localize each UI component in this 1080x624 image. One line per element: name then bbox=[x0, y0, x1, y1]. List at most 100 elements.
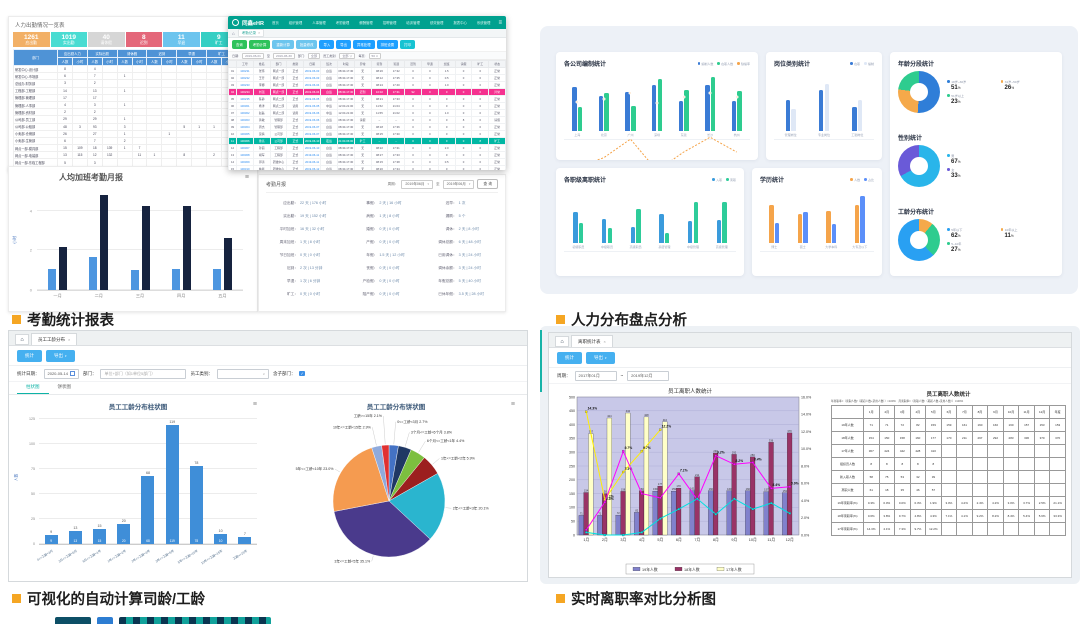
nav-item[interactable]: 系统管理 bbox=[477, 20, 491, 25]
cell: 15 bbox=[58, 145, 73, 152]
row-label: 新入职人数 bbox=[832, 471, 864, 484]
period-from-input[interactable]: 2017年01月 bbox=[575, 371, 617, 381]
cell: 正常 bbox=[489, 131, 506, 138]
legend-dot bbox=[947, 228, 950, 231]
cell: -- bbox=[388, 117, 405, 124]
date-input[interactable]: 2020-05-14 bbox=[44, 369, 79, 379]
home-icon[interactable]: ⌂ bbox=[232, 31, 235, 36]
cell: 14 bbox=[229, 159, 237, 166]
table-header-row: 工号姓名部门类别日期班次时段异常签到签退迟到早退加班请假旷工状态 bbox=[229, 61, 506, 68]
nav-item[interactable]: 报表中心 bbox=[453, 20, 467, 25]
svg-text:450: 450 bbox=[569, 409, 575, 413]
caption-text: 可视化的自动计算司龄/工龄 bbox=[27, 588, 205, 609]
cell: 08:30-17:30 bbox=[337, 124, 354, 131]
cell: 283 bbox=[1003, 432, 1019, 445]
close-icon[interactable]: × bbox=[68, 337, 70, 342]
value-label-inner: 119 bbox=[166, 539, 179, 543]
svg-text:170: 170 bbox=[676, 484, 681, 488]
chart-menu-icon[interactable]: ≡ bbox=[245, 174, 249, 181]
toolbar-button[interactable]: 重新计算 bbox=[272, 40, 294, 49]
query-button[interactable]: 查 询 bbox=[477, 179, 498, 189]
cell bbox=[988, 484, 1004, 497]
legend-item: 缺编率 bbox=[737, 62, 750, 66]
filter-input[interactable]: 2019-06-30 bbox=[273, 53, 295, 59]
subtab-pie-chart[interactable]: 饼状图 bbox=[49, 382, 81, 394]
stat-button[interactable]: 统计 bbox=[17, 350, 42, 362]
tab-attendance-records[interactable]: 考勤记录× bbox=[238, 29, 264, 37]
filter-input[interactable]: 50 ∨ bbox=[369, 53, 382, 59]
dept-input[interactable]: 单位+部门（如1单位5部门） bbox=[100, 369, 186, 379]
period-to-select[interactable]: 2019年06月▾ bbox=[443, 180, 475, 189]
close-icon[interactable]: × bbox=[604, 339, 606, 344]
cell bbox=[147, 123, 162, 130]
export-button[interactable]: 导出▾ bbox=[586, 352, 615, 364]
nav-item[interactable]: 绩效管理 bbox=[430, 20, 444, 25]
cell bbox=[162, 87, 177, 94]
cell bbox=[207, 94, 222, 101]
type-select[interactable]: ∨ bbox=[217, 369, 269, 379]
cell bbox=[72, 80, 87, 87]
export-button[interactable]: 导出▾ bbox=[46, 350, 75, 362]
cell: 15 bbox=[229, 166, 237, 171]
legend-label: 编制 bbox=[868, 62, 874, 66]
period-to-input[interactable]: 2019年12月 bbox=[627, 371, 669, 381]
svg-text:3个月<=工龄<6个月 3.8%: 3个月<=工龄<6个月 3.8% bbox=[411, 429, 453, 434]
sheet-row: 管理部-人事部431 bbox=[14, 101, 237, 108]
nav-item[interactable]: 考勤管理 bbox=[336, 20, 350, 25]
tab-tenure-distribution[interactable]: 员工工龄分布× bbox=[31, 333, 77, 345]
filter-label: 员工类别: bbox=[323, 53, 336, 58]
toolbar-button[interactable]: 打印 bbox=[400, 40, 415, 49]
svg-text:300: 300 bbox=[569, 451, 575, 455]
home-icon[interactable]: ⌂ bbox=[555, 336, 569, 347]
menu-icon[interactable]: ≡ bbox=[498, 20, 502, 26]
sheet-row: 管理部-资材部22 bbox=[14, 109, 237, 116]
home-icon[interactable]: ⌂ bbox=[15, 334, 29, 345]
close-icon[interactable]: × bbox=[258, 31, 260, 35]
toolbar-button[interactable]: 考勤计算 bbox=[249, 40, 271, 49]
toolbar-button[interactable]: 异常处理 bbox=[353, 40, 375, 49]
column-group-header: 请休假 bbox=[117, 50, 147, 58]
filter-input[interactable]: 2019-06-01 bbox=[242, 53, 264, 59]
cell: 无 bbox=[354, 82, 371, 89]
cell: 吴倩 bbox=[253, 131, 270, 138]
cell: 0 bbox=[455, 82, 472, 89]
period-from-select[interactable]: 2019年06月▾ bbox=[401, 180, 433, 189]
toolbar-button[interactable]: 导入 bbox=[319, 40, 334, 49]
nav-item[interactable]: 培训管理 bbox=[406, 20, 420, 25]
cell: 17:32 bbox=[388, 68, 405, 75]
tab-turnover-stats[interactable]: 离职统计表× bbox=[571, 335, 613, 347]
chart-menu-icon[interactable]: ≡ bbox=[511, 401, 515, 408]
nav-item[interactable]: 组织管理 bbox=[289, 20, 303, 25]
cell: 115 bbox=[72, 152, 87, 159]
include-sub-label: 含子部门： bbox=[273, 371, 296, 377]
stat-button[interactable]: 统计 bbox=[557, 352, 582, 364]
subtab-bar-chart[interactable]: 柱状图 bbox=[17, 382, 49, 394]
chart-menu-icon[interactable]: ≡ bbox=[253, 401, 257, 408]
cell: 7.3% bbox=[895, 523, 911, 536]
cell: 刘强 bbox=[253, 89, 270, 96]
card-position-category: 岗位类别统计在职编制管理岗位专业岗位工勤岗位 bbox=[766, 52, 882, 160]
dept-name: 小卖部-仓储部 bbox=[14, 130, 58, 137]
toolbar-button[interactable]: 查询 bbox=[232, 40, 247, 49]
nav-item[interactable]: 人事管理 bbox=[312, 20, 326, 25]
legend-item: 在职 bbox=[850, 62, 860, 66]
cell: 陈静 bbox=[253, 96, 270, 103]
period-label: 周期： bbox=[557, 373, 571, 379]
cell: 7.1% bbox=[941, 510, 957, 523]
toolbar-button[interactable]: 导出 bbox=[336, 40, 351, 49]
cell: 1.0 bbox=[438, 82, 455, 89]
nav-item[interactable]: 招聘管理 bbox=[383, 20, 397, 25]
svg-text:410: 410 bbox=[663, 418, 668, 422]
toolbar-button[interactable]: 批量修改 bbox=[296, 40, 318, 49]
filter-input[interactable]: 全部 ∨ bbox=[339, 53, 355, 59]
legend-item: 女33% bbox=[947, 167, 1054, 179]
cell bbox=[147, 94, 162, 101]
include-sub-checkbox[interactable]: ✓ bbox=[299, 371, 305, 377]
toolbar-button[interactable]: 排班设置 bbox=[377, 40, 399, 49]
cell: 胡军 bbox=[253, 152, 270, 159]
filter-input[interactable]: 全部 bbox=[308, 53, 320, 59]
nav-item[interactable]: 薪酬管理 bbox=[359, 20, 373, 25]
nav-item[interactable]: 首页 bbox=[272, 20, 279, 25]
cell: 08:25 bbox=[371, 131, 388, 138]
metric-value: 3 天 | 24 小时 bbox=[459, 266, 481, 271]
